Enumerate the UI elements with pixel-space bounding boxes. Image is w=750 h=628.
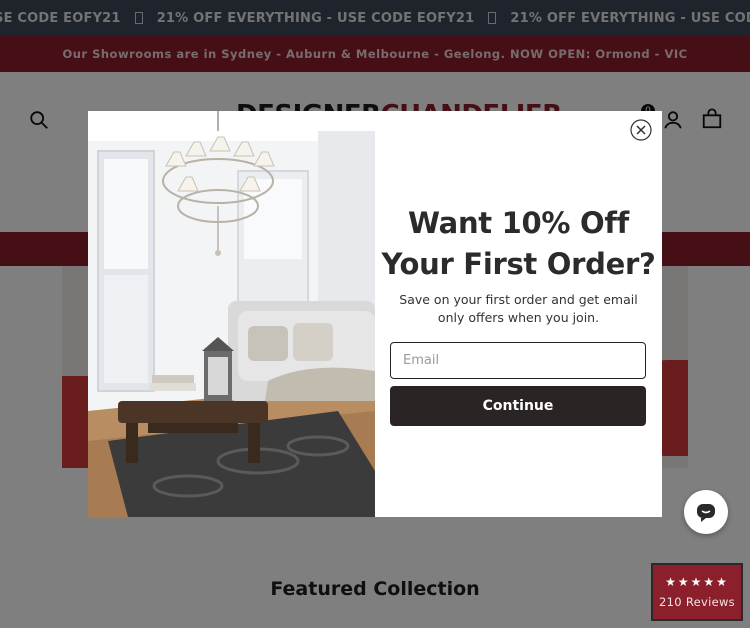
modal-headline: Want 10% Off Your First Order?: [375, 203, 662, 285]
modal-image: [88, 111, 375, 517]
headline-line-1: Want 10% Off: [408, 206, 629, 240]
headline-line-2: Your First Order?: [381, 247, 656, 281]
reviews-count: 210 Reviews: [659, 595, 735, 609]
signup-modal: Want 10% Off Your First Order? Save on y…: [88, 111, 662, 517]
living-room-image: [88, 111, 375, 517]
reviews-badge[interactable]: ★★★★★ 210 Reviews: [651, 563, 743, 621]
continue-button[interactable]: Continue: [390, 386, 646, 426]
modal-form-panel: Want 10% Off Your First Order? Save on y…: [375, 111, 662, 517]
modal-subtext: Save on your first order and get email o…: [399, 292, 638, 325]
chat-button[interactable]: [684, 490, 728, 534]
chat-icon: [697, 504, 715, 522]
star-rating-icon: ★★★★★: [665, 575, 729, 589]
close-icon[interactable]: [630, 119, 652, 141]
email-field[interactable]: [390, 342, 646, 379]
